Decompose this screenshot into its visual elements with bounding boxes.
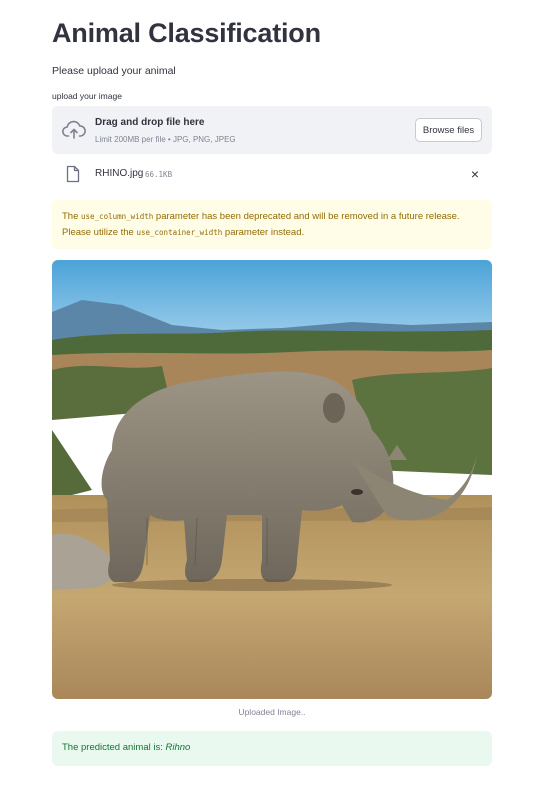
file-size: 66.1KB: [145, 170, 173, 179]
file-icon: [66, 165, 80, 183]
warning-text-3: parameter instead.: [222, 227, 305, 238]
rhino-photo: [52, 260, 492, 699]
file-name: RHINO.jpg: [95, 168, 144, 179]
prediction-result: The predicted animal is: Rihno: [52, 731, 492, 766]
cloud-upload-icon: [62, 119, 86, 141]
prediction-prefix: The predicted animal is:: [62, 742, 166, 753]
warning-text-1: The: [62, 211, 82, 222]
predicted-animal: Rihno: [165, 742, 191, 753]
uploaded-image: [52, 260, 492, 699]
page-subtitle: Please upload your animal: [52, 65, 176, 77]
uploader-label: upload your image: [52, 91, 122, 101]
warning-code-1: use_column_width: [81, 212, 154, 221]
dropzone-limit: Limit 200MB per file • JPG, PNG, JPEG: [95, 135, 236, 144]
file-dropzone[interactable]: Drag and drop file here Limit 200MB per …: [52, 106, 492, 154]
browse-files-button[interactable]: Browse files: [415, 118, 482, 142]
image-caption: Uploaded Image..: [238, 707, 306, 717]
warning-code-2: use_container_width: [136, 228, 223, 237]
deprecation-warning: The use_column_width parameter has been …: [52, 200, 492, 249]
page-title: Animal Classification: [52, 18, 321, 48]
close-icon[interactable]: ×: [468, 167, 482, 181]
dropzone-title: Drag and drop file here: [95, 117, 205, 128]
uploaded-file-row: RHINO.jpg 66.1KB ×: [52, 163, 492, 185]
